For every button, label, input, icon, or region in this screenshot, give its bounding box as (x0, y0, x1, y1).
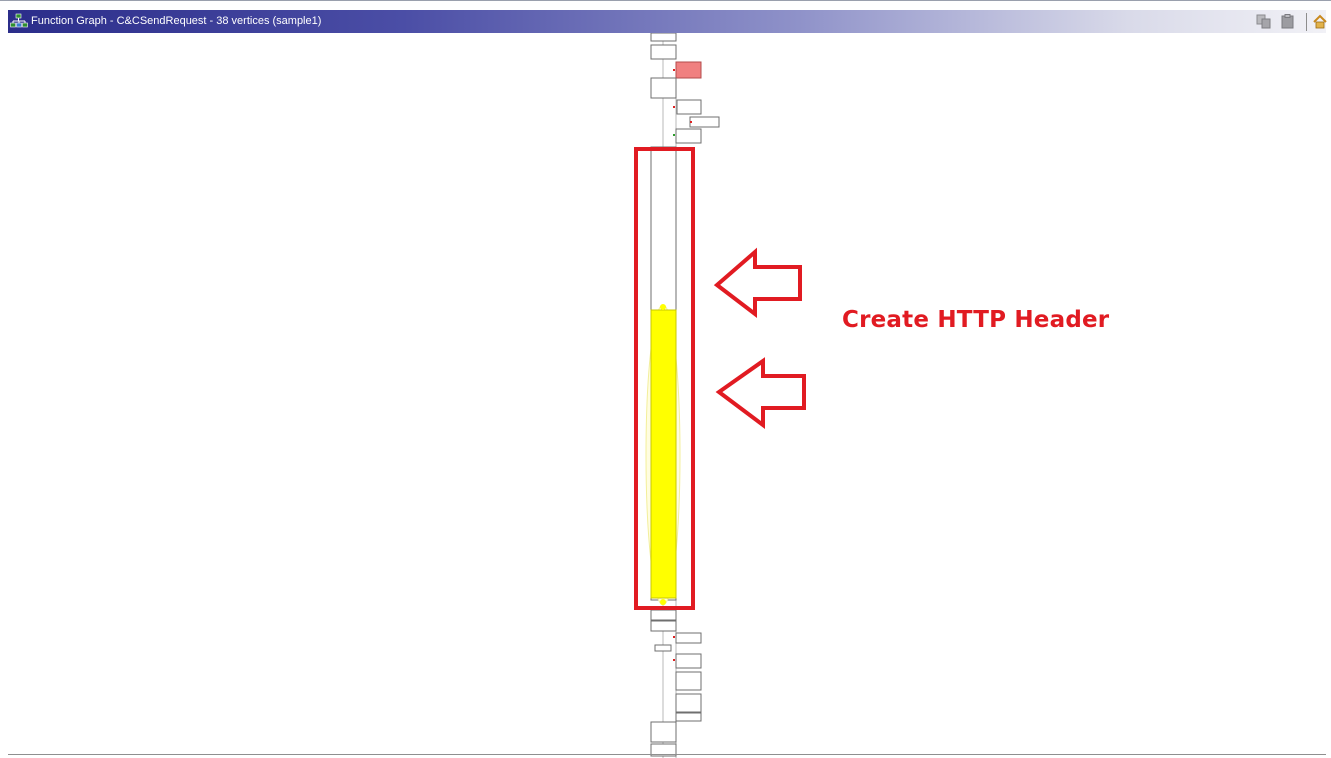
graph-vertex[interactable] (676, 99, 702, 115)
highlight-marker (660, 599, 666, 605)
window-titlebar: Function Graph - C&CSendRequest - 38 ver… (0, 0, 1331, 33)
annotation-arrow-upper (713, 247, 802, 319)
edge-markers-bottom (673, 636, 675, 661)
graph-vertex[interactable] (675, 632, 702, 644)
canvas-bottom-border (8, 754, 1326, 755)
toolbar-separator (1306, 13, 1307, 31)
graph-vertex[interactable] (650, 77, 677, 99)
graph-vertex[interactable] (675, 653, 702, 669)
graph-vertex[interactable] (675, 671, 702, 691)
function-graph-canvas[interactable] (0, 33, 1331, 758)
graph-vertex[interactable] (650, 721, 677, 743)
graph-vertex[interactable] (675, 128, 702, 144)
highlighted-code-region (650, 309, 677, 599)
graph-vertex[interactable] (654, 644, 672, 652)
window-title: Function Graph - C&CSendRequest - 38 ver… (31, 15, 322, 27)
graph-vertex[interactable] (650, 33, 677, 42)
graph-vertex[interactable] (675, 712, 702, 722)
highlight-marker (660, 304, 666, 310)
graph-vertex[interactable] (675, 693, 702, 713)
copy-icon[interactable] (1256, 14, 1272, 29)
home-icon[interactable] (1313, 14, 1327, 29)
graph-vertices-top (650, 33, 720, 144)
annotation-label: Create HTTP Header (842, 307, 1110, 333)
graph-vertex[interactable] (650, 44, 677, 60)
graph-vertex[interactable] (689, 116, 720, 128)
graph-vertex[interactable] (650, 609, 677, 621)
function-graph-icon (10, 13, 28, 28)
annotation-arrow-lower (715, 357, 806, 429)
entry-vertex[interactable] (675, 61, 702, 79)
paste-icon[interactable] (1280, 14, 1296, 29)
graph-vertex[interactable] (650, 620, 677, 632)
